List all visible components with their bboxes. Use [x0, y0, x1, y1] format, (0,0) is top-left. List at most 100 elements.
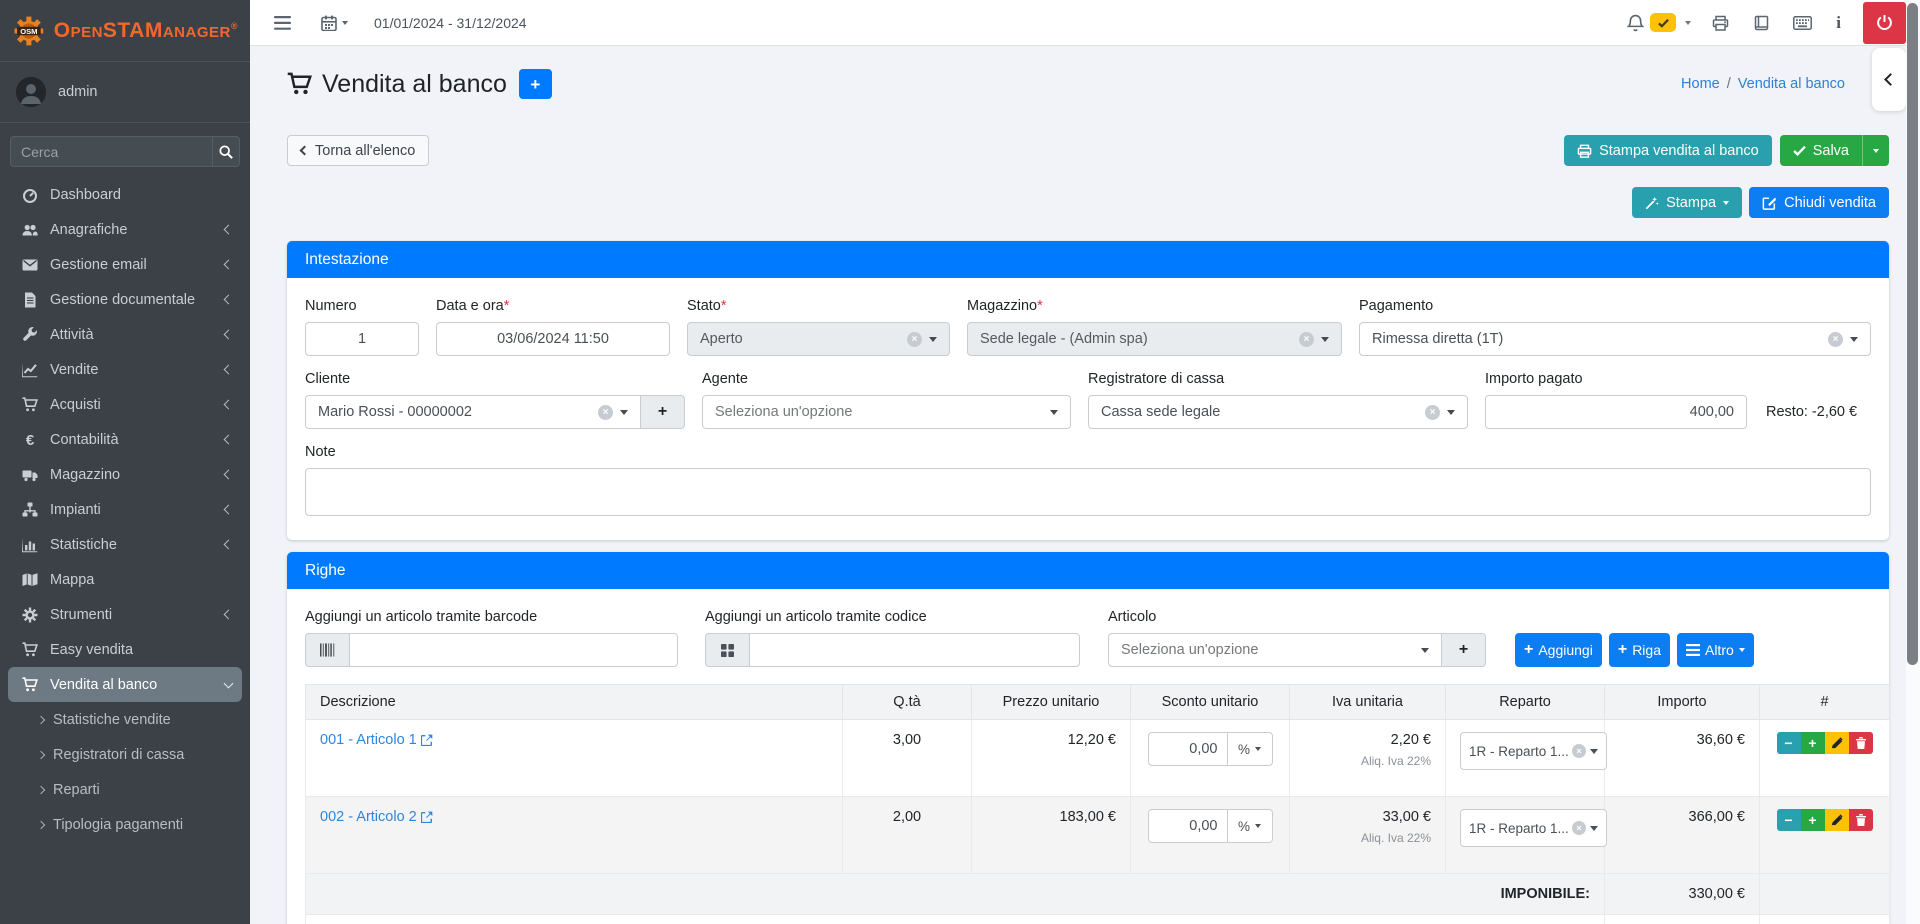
reparto-select[interactable]: 1R - Reparto 1...× — [1460, 732, 1607, 770]
info-button[interactable]: i — [1824, 0, 1853, 45]
pencil-icon — [1831, 737, 1843, 749]
breadcrumb-current[interactable]: Vendita al banco — [1738, 76, 1845, 92]
codice-input[interactable] — [749, 633, 1080, 667]
barcode-input[interactable] — [349, 633, 678, 667]
increase-qty-button[interactable]: + — [1801, 732, 1825, 754]
righe-panel: Righe Aggiungi un articolo tramite barco… — [287, 552, 1889, 924]
email-icon — [21, 257, 39, 273]
brand[interactable]: OSM OpenSTAManager® — [0, 0, 250, 62]
sidebar-subitem-tipologia-pagamenti[interactable]: Tipologia pagamenti — [8, 807, 242, 842]
pagamento-select[interactable]: Rimessa diretta (1T) × — [1359, 322, 1871, 356]
sconto-type-select[interactable]: % — [1228, 809, 1273, 843]
search-input[interactable] — [10, 136, 212, 167]
sidebar-item-strumenti[interactable]: Strumenti — [8, 597, 242, 632]
edit-row-button[interactable] — [1825, 809, 1849, 831]
delete-row-button[interactable] — [1849, 732, 1873, 754]
importo-pagato-input[interactable] — [1485, 395, 1747, 429]
note-textarea[interactable] — [305, 468, 1871, 516]
cart-icon — [21, 642, 39, 658]
sidebar-item-contabilit-[interactable]: €Contabilità — [8, 422, 242, 457]
docs-button[interactable] — [1741, 0, 1781, 45]
data-ora-input[interactable] — [436, 322, 670, 356]
article-link[interactable]: 001 - Articolo 1 — [320, 732, 433, 748]
breadcrumb-home[interactable]: Home — [1681, 76, 1720, 92]
sidebar-item-gestione-email[interactable]: Gestione email — [8, 247, 242, 282]
sidebar-item-gestione-documentale[interactable]: Gestione documentale — [8, 282, 242, 317]
sidebar-item-easy-vendita[interactable]: Easy vendita — [8, 632, 242, 667]
codice-label: Aggiungi un articolo tramite codice — [705, 609, 1080, 625]
sidebar-subitem-reparti[interactable]: Reparti — [8, 772, 242, 807]
save-button[interactable]: Salva — [1780, 135, 1862, 166]
cliente-label: Cliente — [305, 371, 685, 387]
save-options-button[interactable] — [1862, 135, 1889, 166]
increase-qty-button[interactable]: + — [1801, 809, 1825, 831]
sconto-type-select[interactable]: % — [1228, 732, 1273, 766]
decrease-qty-button[interactable]: − — [1777, 809, 1801, 831]
page-scrollbar[interactable] — [1906, 0, 1920, 924]
clear-icon[interactable]: × — [598, 405, 613, 420]
sidebar-item-attivit-[interactable]: Attività — [8, 317, 242, 352]
caret-down-icon — [1050, 410, 1058, 415]
sidebar-item-mappa[interactable]: Mappa — [8, 562, 242, 597]
sidebar-item-anagrafiche[interactable]: Anagrafiche — [8, 212, 242, 247]
sidebar-item-dashboard[interactable]: Dashboard — [8, 177, 242, 212]
riga-button[interactable]: +Riga — [1609, 633, 1670, 667]
article-link[interactable]: 002 - Articolo 2 — [320, 809, 433, 825]
user-panel[interactable]: admin — [0, 62, 250, 123]
sidebar-menu: DashboardAnagraficheGestione emailGestio… — [0, 177, 250, 842]
decrease-qty-button[interactable]: − — [1777, 732, 1801, 754]
sidebar-subitem-registratori-di-cassa[interactable]: Registratori di cassa — [8, 737, 242, 772]
sidebar-item-vendite[interactable]: Vendite — [8, 352, 242, 387]
print-sale-button[interactable]: Stampa vendita al banco — [1564, 135, 1772, 166]
caret-down-icon[interactable] — [1685, 21, 1691, 25]
agente-select[interactable]: Seleziona un'opzione — [702, 395, 1071, 429]
sidebar-subitem-statistiche-vendite[interactable]: Statistiche vendite — [8, 702, 242, 737]
sidebar-toggle-button[interactable] — [262, 0, 303, 45]
cliente-select[interactable]: Mario Rossi - 00000002 × — [305, 395, 641, 429]
print-dropdown-button[interactable]: Stampa — [1632, 187, 1742, 218]
logout-button[interactable] — [1863, 2, 1906, 44]
note-field: Note — [305, 444, 1871, 519]
add-articolo-button[interactable]: + — [1442, 633, 1486, 667]
stato-select[interactable]: Aperto × — [687, 322, 950, 356]
back-to-list-button[interactable]: Torna all'elenco — [287, 135, 429, 166]
clear-icon[interactable]: × — [1299, 332, 1314, 347]
chevron-down-icon — [224, 678, 234, 688]
date-range[interactable]: 01/01/2024 - 31/12/2024 — [374, 15, 527, 31]
keyboard-shortcuts-button[interactable] — [1781, 0, 1824, 45]
add-record-button[interactable]: + — [519, 69, 552, 99]
navbar-right: i — [1615, 0, 1906, 45]
reparto-select[interactable]: 1R - Reparto 1...× — [1460, 809, 1607, 847]
sidebar-item-impianti[interactable]: Impianti — [8, 492, 242, 527]
numero-input[interactable] — [305, 322, 419, 356]
altro-dropdown-button[interactable]: Altro — [1677, 633, 1754, 667]
aggiungi-button[interactable]: +Aggiungi — [1515, 633, 1602, 667]
clear-icon[interactable]: × — [907, 332, 922, 347]
print-button[interactable] — [1700, 0, 1741, 45]
clear-icon[interactable]: × — [1572, 744, 1586, 758]
add-cliente-button[interactable]: + — [641, 395, 685, 429]
edit-row-button[interactable] — [1825, 732, 1849, 754]
sidebar-item-statistiche[interactable]: Statistiche — [8, 527, 242, 562]
scrollbar-thumb[interactable] — [1907, 3, 1918, 665]
chevron-left-icon — [224, 505, 234, 515]
magazzino-select[interactable]: Sede legale - (Admin spa) × — [967, 322, 1342, 356]
sconto-input[interactable] — [1148, 809, 1228, 843]
sconto-input[interactable] — [1148, 732, 1228, 766]
col-header: Q.tà — [843, 685, 972, 720]
sidebar-item-vendita-al-banco[interactable]: Vendita al banco — [8, 667, 242, 702]
clear-icon[interactable]: × — [1572, 821, 1586, 835]
panel-collapse-tab[interactable] — [1872, 48, 1906, 111]
clear-icon[interactable]: × — [1425, 405, 1440, 420]
registratore-select[interactable]: Cassa sede legale × — [1088, 395, 1468, 429]
sidebar-item-magazzino[interactable]: Magazzino — [8, 457, 242, 492]
delete-row-button[interactable] — [1849, 809, 1873, 831]
status-check-badge[interactable] — [1650, 13, 1676, 32]
search-button[interactable] — [212, 136, 240, 167]
clear-icon[interactable]: × — [1828, 332, 1843, 347]
notifications-button[interactable] — [1615, 0, 1648, 45]
sidebar-item-acquisti[interactable]: Acquisti — [8, 387, 242, 422]
close-sale-button[interactable]: Chiudi vendita — [1749, 187, 1889, 218]
articolo-select[interactable]: Seleziona un'opzione — [1108, 633, 1442, 667]
calendar-dropdown-button[interactable] — [309, 0, 360, 45]
